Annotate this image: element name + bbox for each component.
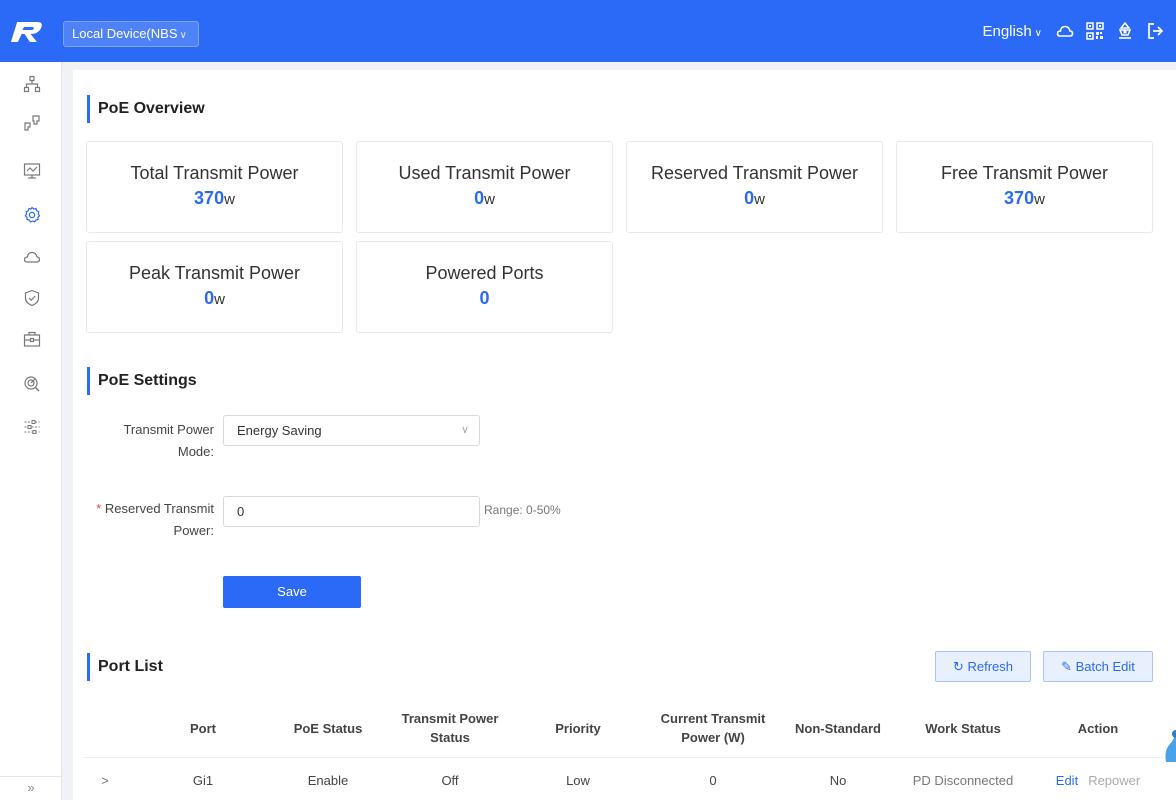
column-header: Port: [190, 720, 216, 736]
toolbox-icon[interactable]: [23, 330, 41, 348]
refresh-button[interactable]: ↻ Refresh: [935, 651, 1031, 682]
card-free-transmit-power: Free Transmit Power 370w: [896, 141, 1153, 233]
language-label: English: [982, 22, 1032, 40]
column-header: Non-Standard: [795, 720, 881, 736]
cell-current-power: 0: [709, 772, 717, 788]
column-header: Transmit Power Status: [401, 711, 499, 745]
top-bar: Local Device(NBS ∨ English ∨: [0, 0, 1176, 62]
card-unit: w: [484, 191, 495, 208]
card-total-transmit-power: Total Transmit Power 370w: [86, 141, 343, 233]
batch-edit-button[interactable]: ✎ Batch Edit: [1043, 651, 1153, 682]
edit-pencil-icon: ✎: [1061, 659, 1072, 674]
ruijie-logo-icon[interactable]: [10, 18, 44, 46]
card-label: Used Transmit Power: [398, 163, 571, 183]
card-value: 0: [204, 288, 215, 308]
card-value: 0: [474, 188, 485, 208]
device-selector[interactable]: Local Device(NBS ∨: [63, 21, 199, 47]
repower-link[interactable]: Repower: [1088, 773, 1140, 788]
reserved-transmit-power-input[interactable]: 0: [223, 496, 480, 527]
card-label: Total Transmit Power: [130, 163, 299, 183]
cell-work-status: PD Disconnected: [912, 772, 1014, 788]
card-unit: w: [1034, 191, 1045, 208]
gear-icon[interactable]: [23, 206, 41, 224]
card-used-transmit-power: Used Transmit Power 0w: [356, 141, 613, 233]
label-line: Reserved Transmit: [104, 501, 214, 516]
cell-action: Edit Repower: [1038, 758, 1158, 800]
card-unit: w: [224, 191, 235, 208]
column-header: PoE Status: [293, 720, 363, 736]
section-title-port-list: Port List: [87, 653, 163, 681]
column-header: Priority: [555, 720, 601, 736]
row-expand-icon[interactable]: >: [95, 758, 115, 800]
card-powered-ports: Powered Ports 0: [356, 241, 613, 333]
qr-code-icon[interactable]: [1086, 22, 1104, 40]
language-selector[interactable]: English ∨: [982, 23, 1042, 40]
card-unit: w: [754, 191, 765, 208]
column-header: Work Status: [925, 720, 1001, 736]
logout-icon[interactable]: [1146, 22, 1164, 40]
range-hint: Range: 0-50%: [484, 503, 561, 517]
label-line: Power:: [173, 523, 214, 538]
table-header: Port PoE Status Transmit Power Status Pr…: [83, 698, 1163, 758]
sidebar: »: [0, 62, 62, 800]
cell-priority: Low: [566, 772, 590, 788]
card-label: Powered Ports: [425, 263, 544, 283]
section-title-poe-settings: PoE Settings: [87, 367, 197, 395]
chevron-down-icon: ∨: [1034, 27, 1042, 39]
monitor-icon[interactable]: [23, 162, 41, 180]
batch-edit-label: Batch Edit: [1075, 659, 1135, 674]
section-title-poe-overview: PoE Overview: [87, 95, 205, 123]
table-row: > Gi1 Enable Off Low 0 No PD Disconnecte…: [83, 758, 1163, 800]
switch-ports-icon[interactable]: [23, 114, 41, 132]
transmit-power-mode-label: Transmit Power Mode:: [84, 419, 214, 463]
refresh-label: Refresh: [967, 659, 1014, 674]
sliders-icon[interactable]: [23, 418, 41, 436]
label-line: Mode:: [177, 444, 214, 459]
chevron-down-icon: ∨: [460, 424, 469, 436]
card-value: 370: [1004, 188, 1035, 208]
device-selector-label: Local Device(NBS: [72, 26, 178, 41]
reserved-transmit-power-label: * Reserved Transmit Power:: [84, 498, 214, 542]
column-header: Current Transmit Power (W): [660, 711, 766, 745]
card-peak-transmit-power: Peak Transmit Power 0w: [86, 241, 343, 333]
shield-icon[interactable]: [23, 289, 41, 307]
card-value: 0: [479, 288, 490, 308]
cell-poe-status: Enable: [307, 772, 349, 788]
card-reserved-transmit-power: Reserved Transmit Power 0w: [626, 141, 883, 233]
sidebar-collapse-button[interactable]: »: [0, 776, 62, 800]
chevron-down-icon: ∨: [179, 30, 187, 41]
card-value: 0: [744, 188, 755, 208]
save-button[interactable]: Save: [223, 576, 361, 608]
select-value: Energy Saving: [237, 423, 322, 438]
transmit-power-mode-select[interactable]: Energy Saving ∨: [223, 415, 480, 446]
column-header: Action: [1077, 720, 1119, 736]
label-line: Transmit Power: [123, 422, 214, 437]
refresh-icon: ↻: [952, 659, 964, 674]
card-label: Peak Transmit Power: [128, 263, 301, 283]
network-topology-icon[interactable]: [23, 75, 41, 93]
card-label: Reserved Transmit Power: [650, 163, 859, 183]
main-panel: PoE Overview Total Transmit Power 370w U…: [73, 70, 1176, 800]
help-assistant-icon[interactable]: [1162, 722, 1176, 762]
card-label: Free Transmit Power: [940, 163, 1109, 183]
cloud-icon[interactable]: [1056, 22, 1074, 40]
cell-non-standard: No: [829, 772, 847, 788]
cell-tx-status: Off: [441, 772, 459, 788]
diagnostics-icon[interactable]: [23, 375, 41, 393]
card-value: 370: [194, 188, 225, 208]
cloud-icon[interactable]: [23, 248, 41, 266]
required-asterisk: *: [96, 501, 102, 516]
alert-icon[interactable]: [1116, 22, 1134, 40]
card-unit: w: [214, 291, 225, 308]
edit-link[interactable]: Edit: [1056, 773, 1078, 788]
cell-port: Gi1: [192, 772, 214, 788]
